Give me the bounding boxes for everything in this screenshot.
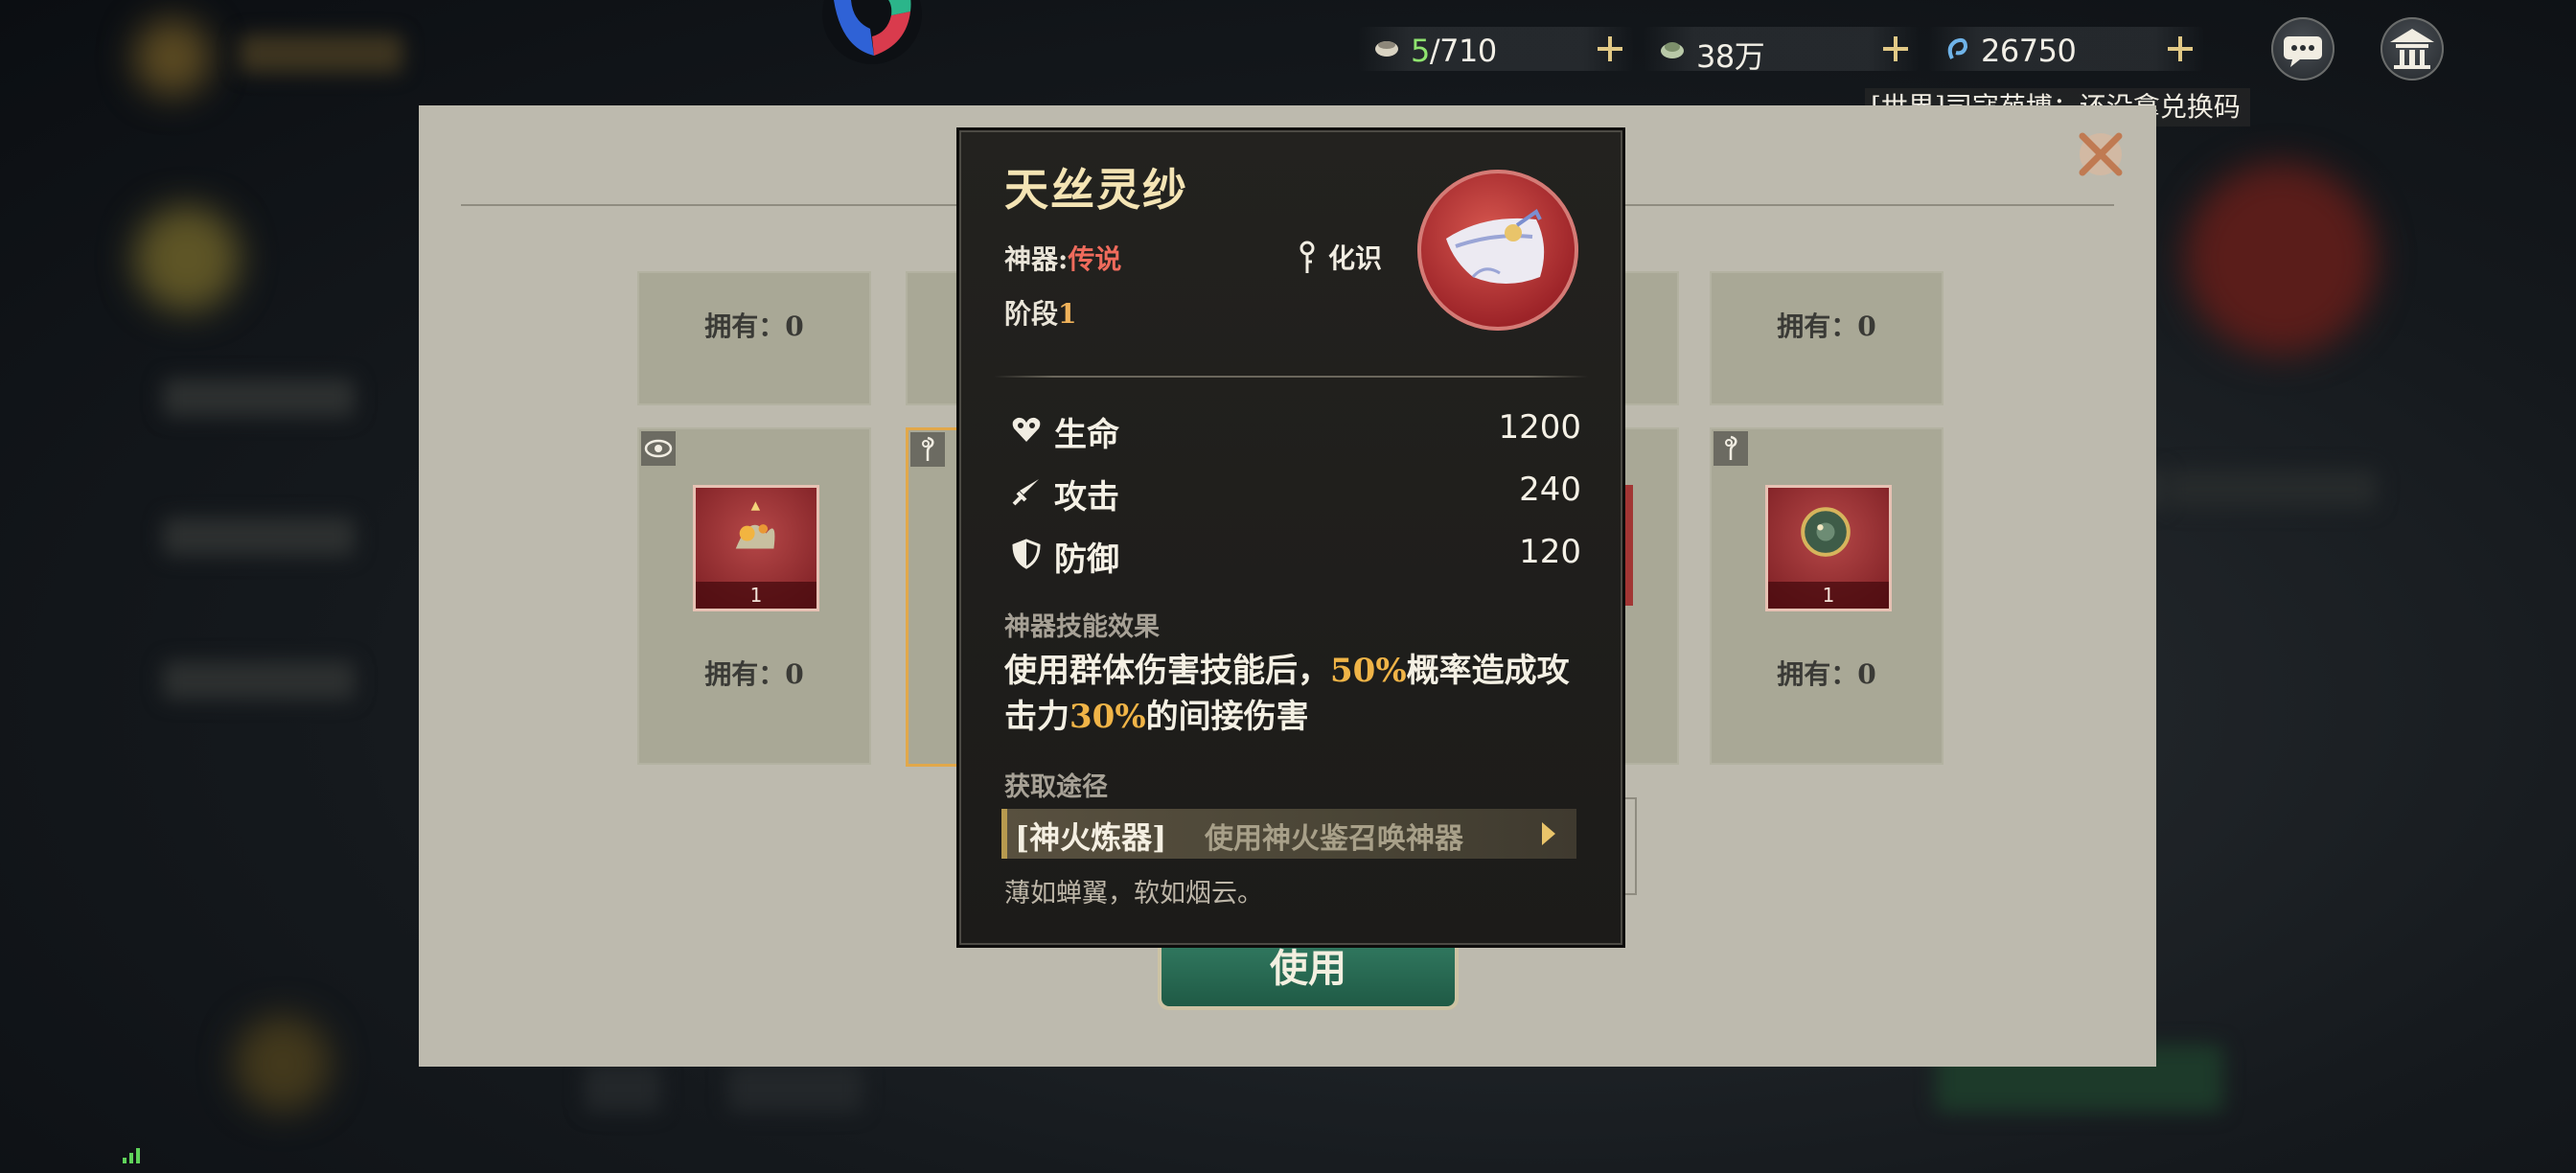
artifact-card[interactable]: 1 拥有：0 xyxy=(1710,427,1944,765)
bg-menu-1 xyxy=(163,379,355,417)
add-copper-button[interactable] xyxy=(1880,34,1911,64)
stat-name: 生命 xyxy=(1054,416,1119,454)
chat-icon xyxy=(2284,36,2322,67)
chevron-right-icon xyxy=(1542,822,1555,845)
bg-emblem-left xyxy=(134,19,211,96)
huashi-icon xyxy=(910,432,945,467)
jade-counter: 26750 xyxy=(1929,27,2203,71)
route-method: 使用神火鉴召唤神器 xyxy=(1205,822,1463,856)
artifact-tile: 1 xyxy=(1765,485,1892,611)
route-source: [神火炼器] xyxy=(1015,819,1167,856)
stamina-counter: 5/710 xyxy=(1359,27,1633,71)
pavilion-icon xyxy=(2390,29,2434,69)
huashi-label: 化识 xyxy=(1328,242,1383,274)
tooltip-divider xyxy=(994,376,1588,378)
add-stamina-button[interactable] xyxy=(1595,34,1625,64)
copper-counter: 38万 xyxy=(1644,27,1919,75)
stat-value: 1200 xyxy=(1498,408,1581,447)
stat-row-defense: 防御 120 xyxy=(1010,529,1581,579)
source-header: 获取途径 xyxy=(1004,772,1108,802)
bg-red-orb xyxy=(2185,163,2377,355)
artifact-card[interactable]: 1 拥有：0 xyxy=(637,427,871,765)
own-count: 拥有：0 xyxy=(1777,310,1876,342)
close-icon[interactable] xyxy=(2069,123,2132,186)
stat-name: 攻击 xyxy=(1054,478,1119,517)
artifact-tooltip: 天丝灵纱 神器:传说 阶段1 化识 生命 1200 攻击 240 防御 120 … xyxy=(956,127,1625,948)
jade-value: 26750 xyxy=(1981,33,2077,69)
artifact-name: 天丝灵纱 xyxy=(1004,164,1188,216)
artifact-flower-icon xyxy=(735,501,775,549)
artifact-card[interactable] xyxy=(1620,271,1679,405)
stat-name: 防御 xyxy=(1054,540,1119,579)
stat-row-hp: 生命 1200 xyxy=(1010,404,1581,454)
heart-icon xyxy=(1012,417,1041,442)
veil-icon xyxy=(1446,209,1545,284)
stat-value: 240 xyxy=(1519,471,1581,509)
pavilion-button[interactable] xyxy=(2380,17,2444,80)
artifact-mirror-icon xyxy=(1801,507,1851,557)
artifact-rarity: 神器:传说 xyxy=(1004,243,1122,275)
bg-right-bar-2 xyxy=(2166,470,2377,508)
artifact-tile: 1 xyxy=(693,485,819,611)
artifact-card[interactable]: 拥有：0 xyxy=(1710,271,1944,405)
copper-value: 38万 xyxy=(1696,38,1765,75)
own-count: 拥有：0 xyxy=(1777,658,1876,690)
sword-icon xyxy=(1012,479,1039,506)
stat-row-attack: 攻击 240 xyxy=(1010,467,1581,517)
own-count: 拥有：0 xyxy=(704,658,804,690)
artifact-level: 1 xyxy=(696,582,816,609)
own-count: 拥有：0 xyxy=(704,310,804,342)
jade-icon xyxy=(1947,37,1968,59)
bg-bottom-tab-2 xyxy=(728,1064,862,1112)
bg-menu-2 xyxy=(163,518,355,556)
bg-emblem-bottom xyxy=(235,1016,331,1112)
bg-bottom-tab-1 xyxy=(585,1064,661,1112)
signal-icon xyxy=(123,1148,140,1163)
shield-icon xyxy=(1012,539,1041,569)
chat-button[interactable] xyxy=(2271,17,2334,80)
coin-icon xyxy=(1661,42,1684,58)
bg-title-left xyxy=(240,34,402,73)
artifact-stage: 阶段1 xyxy=(1004,298,1077,330)
eye-icon xyxy=(641,431,676,466)
artifact-level: 1 xyxy=(1768,582,1889,609)
route-accent-bar xyxy=(1001,809,1007,859)
huashi-icon xyxy=(1714,431,1748,466)
source-route[interactable]: [神火炼器] 使用神火鉴召唤神器 xyxy=(1001,809,1576,859)
stamina-value: 5/710 xyxy=(1411,33,1497,69)
skill-header: 神器技能效果 xyxy=(1004,612,1160,642)
artifact-card[interactable] xyxy=(1620,427,1679,765)
bg-menu-3 xyxy=(163,661,355,700)
app-logo xyxy=(822,0,922,64)
add-jade-button[interactable] xyxy=(2165,34,2196,64)
stat-value: 120 xyxy=(1519,533,1581,571)
artifact-card[interactable]: 拥有：0 xyxy=(637,271,871,405)
huashi-icon xyxy=(1300,241,1315,273)
bg-avatar-left xyxy=(134,206,240,311)
bowl-icon xyxy=(1375,41,1398,57)
artifact-portrait xyxy=(1417,170,1578,331)
flavor-text: 薄如蝉翼，软如烟云。 xyxy=(1004,879,1263,908)
skill-description: 使用群体伤害技能后，50%概率造成攻击力30%的间接伤害 xyxy=(1004,652,1570,736)
